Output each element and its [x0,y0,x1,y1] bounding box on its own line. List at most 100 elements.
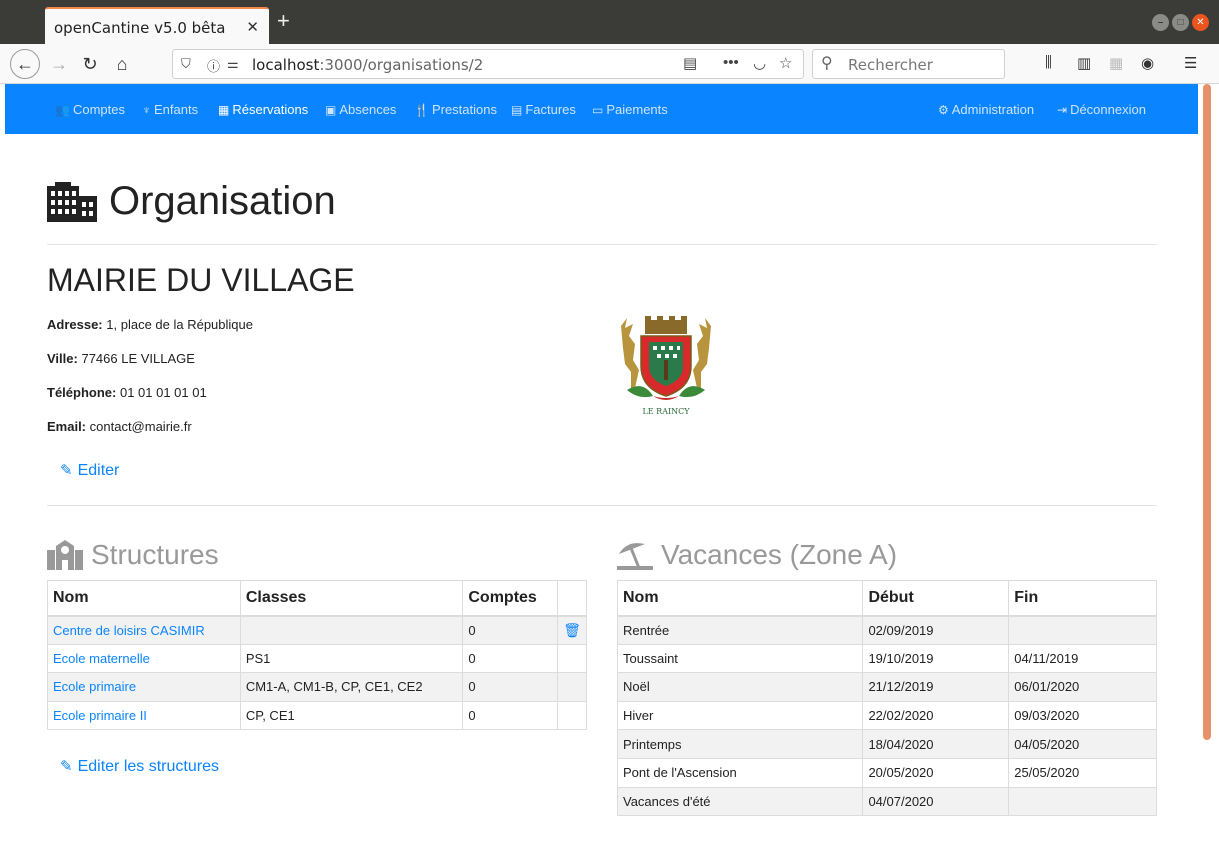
structure-name-cell: Centre de loisirs CASIMIR [47,615,241,645]
info-icon[interactable]: ⓘ [207,56,220,75]
edit-structures-link[interactable]: ✎ Editer les structures [60,757,219,776]
tab-title: openCantine v5.0 bêta [54,19,226,37]
table-row: Pont de l'Ascension 20/05/2020 25/05/2020 [616,757,1157,788]
close-window-icon[interactable]: ✕ [1192,14,1209,31]
nav-item-prestations[interactable]: 🍴 Prestations [414,102,497,117]
table-row: Ecole primaire CM1-A, CM1-B, CP, CE1, CE2… [47,672,587,702]
money-icon: ▭ [592,103,604,117]
nav-item-label: Prestations [431,102,497,117]
nav-item-factures[interactable]: ▤ Factures [511,102,576,117]
menu-icon[interactable]: ☰ [1184,54,1197,72]
vacances-nom-cell: Printemps [616,729,864,759]
search-icon: ⚲ [821,55,833,72]
table-row: Printemps 18/04/2020 04/05/2020 [616,729,1157,759]
trash-icon[interactable]: 🗑 [563,622,581,638]
browser-tab[interactable]: openCantine v5.0 bêta ✕ [45,7,269,44]
actions-cell: 🗑 [557,615,587,645]
comptes-cell: 0 [462,615,559,645]
app-navbar: 👥 Comptes ♆ Enfants ▦ Réservations ▣ Absences 🍴 P… [5,84,1198,134]
back-icon[interactable]: ← [10,49,40,79]
search-placeholder: Rechercher [848,56,933,74]
close-tab-icon[interactable]: ✕ [246,18,259,36]
column-header[interactable]: Début [862,580,1010,617]
url-bar[interactable]: ⛉ ⓘ ⚌ localhost:3000/organisations/2 ▤ •… [172,49,804,79]
structure-link[interactable]: Centre de loisirs CASIMIR [53,623,205,638]
vacances-nom-cell: Toussaint [616,643,864,674]
structure-link[interactable]: Ecole maternelle [53,651,150,666]
column-header[interactable]: Fin [1008,580,1157,617]
column-header[interactable]: Comptes [462,580,559,617]
permissions-icon[interactable]: ⚌ [227,56,239,72]
nav-item-administration[interactable]: ⚙ Administration [938,102,1034,117]
vacances-debut-cell: 19/10/2019 [862,643,1010,674]
vacances-debut-cell: 02/09/2019 [862,615,1010,645]
page-title-text: Organisation [109,179,336,223]
url-text[interactable]: localhost:3000/organisations/2 [252,56,483,74]
account-icon[interactable]: ◉ [1141,54,1154,72]
table-row: Hiver 22/02/2020 09/03/2020 [616,700,1157,731]
vacances-nom-cell: Hiver [616,700,864,731]
vacances-fin-cell [1008,786,1157,817]
vacances-nom-cell: Pont de l'Ascension [616,757,864,788]
coat-of-arms-logo: LE RAINCY [621,316,711,416]
vacances-fin-cell: 09/03/2020 [1008,700,1157,731]
organisation-name: MAIRIE DU VILLAGE [47,262,355,298]
home-icon[interactable]: ⌂ [109,51,135,77]
maximize-icon[interactable]: □ [1172,14,1189,31]
nav-item-paiements[interactable]: ▭ Paiements [592,102,668,117]
address-field: Adresse: 1, place de la République [47,317,253,332]
vacances-nom-cell: Vacances d'été [616,786,864,817]
vacances-fin-cell: 04/05/2020 [1008,729,1157,759]
child-icon: ♆ [142,103,151,117]
shield-icon[interactable]: ⛉ [181,56,191,72]
library-icon[interactable]: ⫼ [1045,54,1052,71]
nav-item-absences[interactable]: ▣ Absences [325,102,396,117]
city-field: Ville: 77466 LE VILLAGE [47,351,195,366]
structure-link[interactable]: Ecole primaire [53,679,136,694]
nav-item-label: Réservations [232,102,309,117]
page-content: 👥 Comptes ♆ Enfants ▦ Réservations ▣ Absences 🍴 P… [5,84,1198,868]
page-actions-icon[interactable]: ••• [723,54,739,71]
bookmark-star-icon[interactable]: ☆ [779,54,792,72]
vacances-debut-cell: 22/02/2020 [862,700,1010,731]
comptes-cell: 0 [462,672,559,702]
nav-item-label: Factures [525,102,576,117]
nav-item-enfants[interactable]: ♆ Enfants [142,102,198,117]
reload-icon[interactable]: ↻ [77,51,103,77]
nav-item-comptes[interactable]: 👥 Comptes [55,102,125,117]
classes-cell [239,615,464,645]
new-tab-icon[interactable]: + [277,10,290,32]
comptes-cell: 0 [462,643,559,674]
nav-item-déconnexion[interactable]: ⇥ Déconnexion [1057,102,1146,117]
file-icon: ▤ [511,103,523,117]
vacances-fin-cell: 06/01/2020 [1008,672,1157,702]
phone-field: Téléphone: 01 01 01 01 01 [47,385,207,400]
nav-item-label: Enfants [154,102,199,117]
structure-name-cell: Ecole maternelle [47,643,241,674]
reader-view-icon[interactable]: ▤ [683,54,697,72]
column-header[interactable]: Classes [239,580,464,617]
classes-cell: CM1-A, CM1-B, CP, CE1, CE2 [239,672,464,702]
column-header[interactable]: Nom [616,580,864,617]
edit-organisation-link[interactable]: ✎ Editer [60,461,119,480]
nav-item-label: Déconnexion [1070,102,1146,117]
sidebar-icon[interactable]: ▥ [1077,54,1091,72]
page-title: Organisation [47,179,336,224]
structure-link[interactable]: Ecole primaire II [53,708,147,723]
column-header[interactable]: Nom [47,580,241,617]
page-scrollbar[interactable] [1203,84,1211,740]
pocket-icon[interactable]: ◡ [753,54,766,72]
users-icon: 👥 [55,103,70,117]
forward-icon[interactable]: → [46,51,72,77]
browser-toolbar: ← → ↻ ⌂ ⛉ ⓘ ⚌ localhost:3000/organisatio… [0,44,1219,84]
window-controls: – □ ✕ [1152,14,1209,31]
table-row: Rentrée 02/09/2019 [616,615,1157,645]
nav-item-réservations[interactable]: ▦ Réservations [218,102,308,117]
vacances-fin-cell: 25/05/2020 [1008,757,1157,788]
minimize-icon[interactable]: – [1152,14,1169,31]
classes-cell: PS1 [239,643,464,674]
table-row: Ecole primaire II CP, CE1 0 [47,700,587,731]
search-input[interactable]: ⚲ Rechercher [812,49,1005,79]
crest-caption: LE RAINCY [642,407,690,416]
extension-icon[interactable]: ▦ [1109,54,1123,72]
